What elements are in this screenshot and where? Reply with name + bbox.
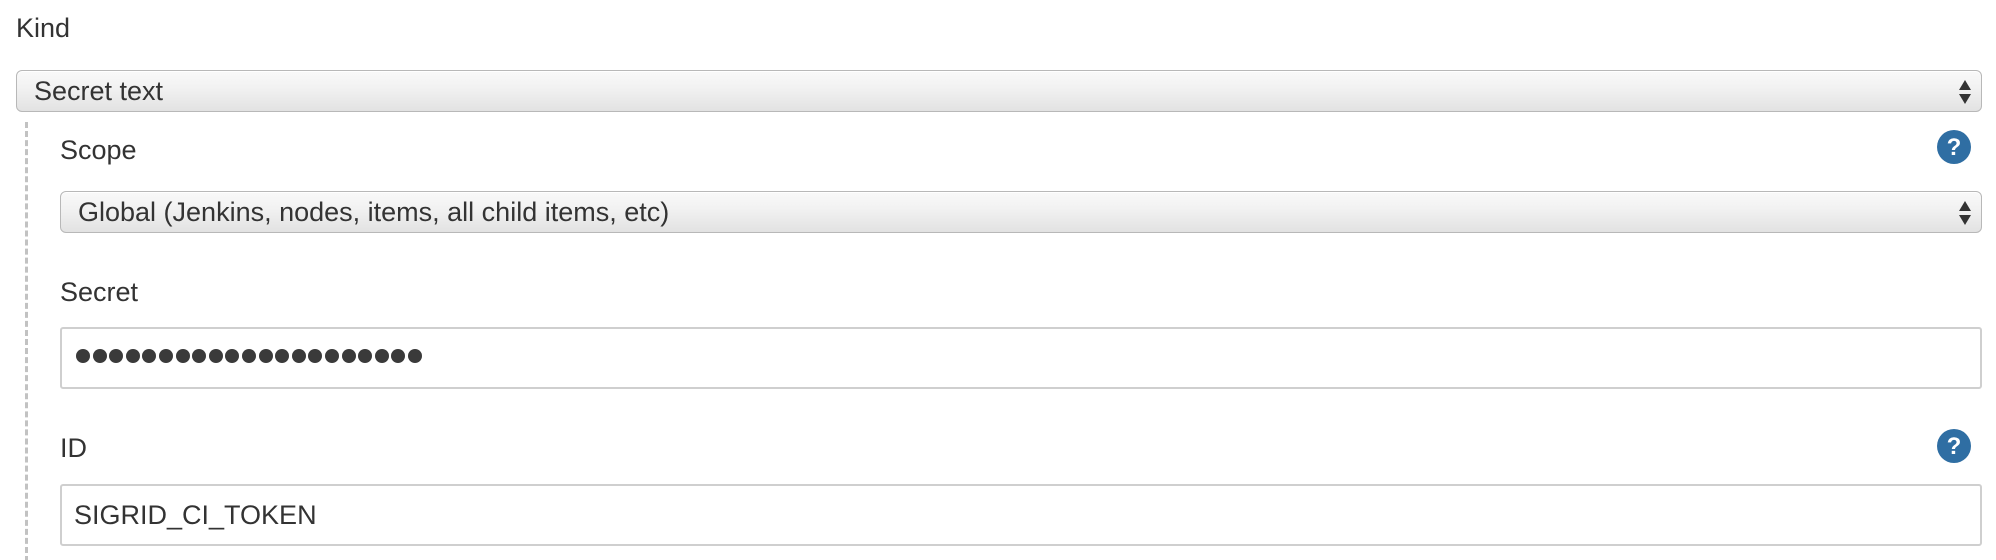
mask-dot (391, 349, 406, 363)
help-icon[interactable]: ? (1937, 429, 1971, 463)
secret-password-field[interactable] (60, 327, 1982, 389)
mask-dot (374, 349, 389, 363)
mask-dot (358, 349, 373, 363)
mask-dot (324, 349, 339, 363)
id-field-value: SIGRID_CI_TOKEN (74, 500, 317, 530)
mask-dot (258, 349, 273, 363)
mask-dot (76, 349, 90, 363)
mask-dot (158, 349, 173, 363)
scope-select[interactable]: Global (Jenkins, nodes, items, all child… (60, 191, 1982, 233)
mask-dot (142, 349, 157, 363)
svg-text:?: ? (1947, 134, 1962, 161)
scope-select-value: Global (Jenkins, nodes, items, all child… (78, 197, 670, 227)
kind-select-value: Secret text (34, 76, 164, 106)
mask-dot (109, 349, 124, 363)
mask-dot (175, 349, 190, 363)
scope-label: Scope (60, 135, 137, 165)
help-icon[interactable]: ? (1937, 130, 1971, 164)
mask-dot (291, 349, 306, 363)
mask-dot (208, 349, 223, 363)
id-field[interactable]: SIGRID_CI_TOKEN (60, 484, 1982, 546)
kind-select[interactable]: Secret text (16, 70, 1982, 112)
mask-dot (308, 349, 323, 363)
secret-label: Secret (60, 277, 139, 307)
nested-section-rule (25, 122, 28, 560)
kind-label: Kind (16, 13, 71, 43)
mask-dot (341, 349, 356, 363)
id-label: ID (60, 433, 87, 463)
mask-dot (192, 349, 207, 363)
svg-text:?: ? (1947, 433, 1962, 460)
updown-arrows-icon (1959, 80, 1971, 104)
mask-dot (275, 349, 290, 363)
masked-secret-dots (76, 349, 424, 363)
updown-arrows-icon (1959, 201, 1971, 225)
mask-dot (241, 349, 256, 363)
mask-dot (125, 349, 140, 363)
credential-form: Kind Secret text Scope ? Global (Jenkins… (0, 0, 1996, 560)
mask-dot (92, 349, 107, 363)
mask-dot (225, 349, 240, 363)
mask-dot (407, 349, 422, 363)
